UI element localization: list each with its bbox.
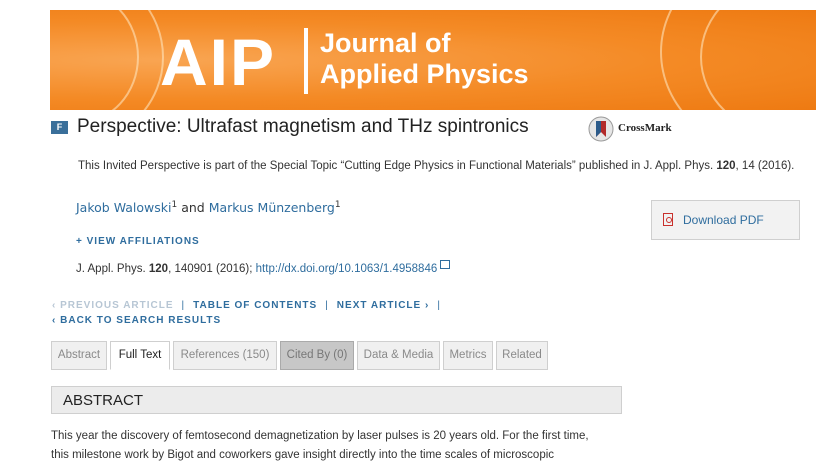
author-link[interactable]: Markus Münzenberg xyxy=(209,200,335,215)
journal-name: Journal of Applied Physics xyxy=(320,28,529,90)
banner-swirl xyxy=(50,10,139,110)
citation-prefix: J. Appl. Phys. xyxy=(76,263,149,275)
doi-link[interactable]: http://dx.doi.org/10.1063/1.4958846 xyxy=(256,263,438,275)
logo-divider xyxy=(304,28,308,94)
note-suffix: , 14 (2016). xyxy=(735,160,795,172)
tab-abstract[interactable]: Abstract xyxy=(51,341,107,370)
abstract-line: This year the discovery of femtosecond d… xyxy=(51,430,589,442)
tab-cited-by[interactable]: Cited By (0) xyxy=(280,341,354,370)
abstract-heading: ABSTRACT xyxy=(63,392,144,409)
previous-article-label: PREVIOUS ARTICLE xyxy=(60,300,174,311)
download-pdf-button[interactable]: Download PDF xyxy=(651,200,800,240)
nav-separator: | xyxy=(325,300,329,311)
tab-references[interactable]: References (150) xyxy=(173,341,277,370)
journal-name-line1: Journal of xyxy=(320,28,451,58)
journal-banner[interactable]: AIP Journal of Applied Physics xyxy=(50,10,816,110)
citation-suffix: , 140901 (2016); xyxy=(168,263,256,275)
citation-volume: 120 xyxy=(148,263,169,275)
tab-full-text[interactable]: Full Text xyxy=(110,341,170,370)
tab-metrics[interactable]: Metrics xyxy=(443,341,493,370)
citation-line: J. Appl. Phys. 120, 140901 (2016); http:… xyxy=(76,260,451,275)
chevron-left-icon: ‹ xyxy=(52,300,57,311)
back-to-search-link[interactable]: ‹ BACK TO SEARCH RESULTS xyxy=(52,315,221,326)
nav-separator: | xyxy=(437,300,441,311)
external-link-icon[interactable] xyxy=(440,260,451,269)
chevron-left-icon: ‹ xyxy=(52,315,57,326)
author-link[interactable]: Jakob Walowski xyxy=(76,200,171,215)
abstract-line: this milestone work by Bigot and coworke… xyxy=(51,449,555,461)
free-access-badge: F xyxy=(51,121,68,134)
note-volume: 120 xyxy=(716,160,736,172)
tab-related[interactable]: Related xyxy=(496,341,548,370)
table-of-contents-link[interactable]: TABLE OF CONTENTS xyxy=(193,300,317,311)
download-pdf-label: Download PDF xyxy=(683,213,764,227)
next-article-link[interactable]: NEXT ARTICLE › xyxy=(337,300,430,311)
author-affiliation-mark: 1 xyxy=(334,200,341,210)
chevron-right-icon: › xyxy=(425,300,430,311)
crossmark-label[interactable]: CrossMark xyxy=(618,122,672,134)
previous-article-link[interactable]: ‹ PREVIOUS ARTICLE xyxy=(52,300,174,311)
article-navigation: ‹ PREVIOUS ARTICLE | TABLE OF CONTENTS | NEX… xyxy=(52,300,449,311)
author-joiner: and xyxy=(177,200,209,216)
pdf-icon xyxy=(663,213,673,226)
note-prefix: This Invited Perspective is part of the … xyxy=(78,160,717,172)
nav-separator: | xyxy=(181,300,186,311)
crossmark-icon[interactable] xyxy=(588,116,614,142)
aip-logo: AIP xyxy=(160,25,277,99)
abstract-section-header: ABSTRACT xyxy=(51,386,622,414)
banner-swirl xyxy=(700,10,816,110)
back-to-search-label: BACK TO SEARCH RESULTS xyxy=(60,315,222,326)
abstract-body: This year the discovery of femtosecond d… xyxy=(51,427,631,465)
next-article-label: NEXT ARTICLE xyxy=(336,300,422,311)
article-title: Perspective: Ultrafast magnetism and THz… xyxy=(77,116,529,137)
special-topic-note: This Invited Perspective is part of the … xyxy=(78,157,813,175)
author-list: Jakob Walowski1 and Markus Münzenberg1 xyxy=(76,200,341,215)
journal-name-line2: Applied Physics xyxy=(320,59,529,89)
tab-data-media[interactable]: Data & Media xyxy=(357,341,440,370)
view-affiliations-link[interactable]: + VIEW AFFILIATIONS xyxy=(76,236,200,247)
